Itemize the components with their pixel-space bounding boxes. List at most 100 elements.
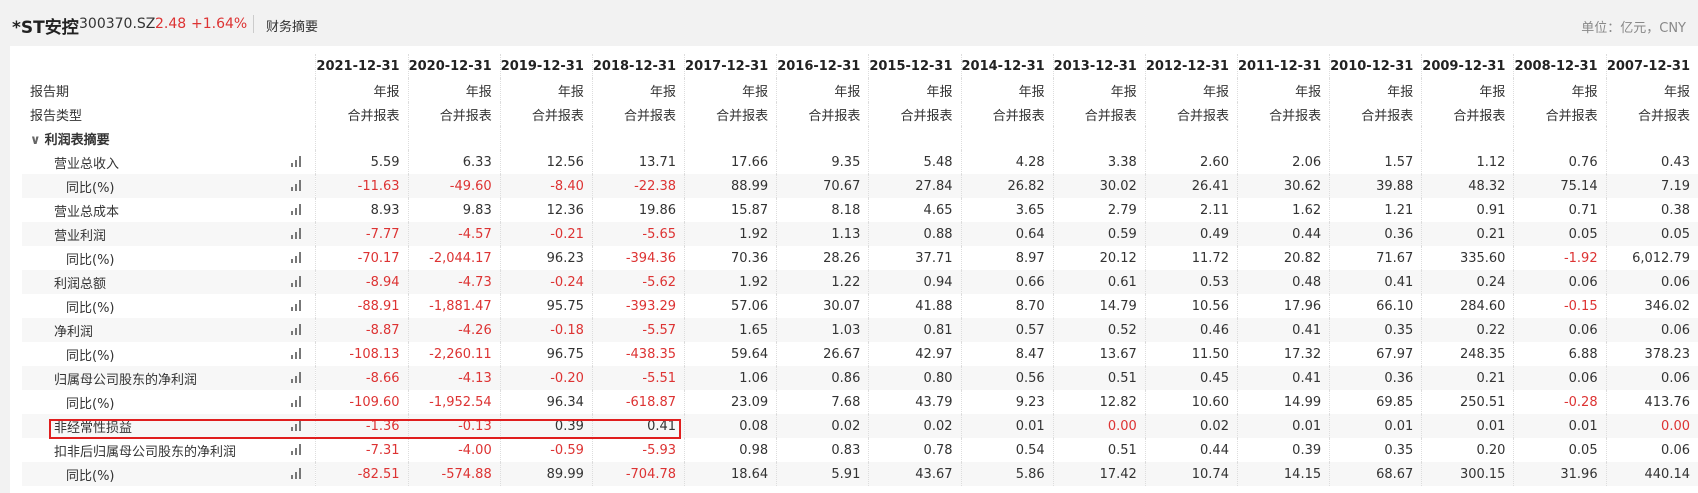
report-period-cell: 年报 xyxy=(407,78,501,102)
table-cell: 0.66 xyxy=(960,270,1054,294)
table-cell: 0.06 xyxy=(1605,366,1698,390)
table-cell: -4.26 xyxy=(407,318,501,342)
section-row: ∨ 利润表摘要 xyxy=(22,126,1698,150)
bar-chart-icon[interactable] xyxy=(291,300,303,311)
report-type-cell: 合并报表 xyxy=(1052,102,1146,126)
table-cell: 11.72 xyxy=(1144,246,1238,270)
table-row: 营业总收入 5.59 6.33 12.56 13.71 17.66 9.35 5.48 4.28… xyxy=(22,150,1698,174)
report-period-cell: 年报 xyxy=(1236,78,1330,102)
table-cell: 5.86 xyxy=(960,462,1054,486)
table-cell: -4.73 xyxy=(407,270,501,294)
table-cell: 0.45 xyxy=(1144,366,1238,390)
table-cell: 70.67 xyxy=(776,174,869,198)
bar-chart-icon[interactable] xyxy=(291,324,303,335)
table-cell: 0.44 xyxy=(1144,438,1238,462)
bar-chart-icon[interactable] xyxy=(291,276,303,287)
table-row: 同比(%) -70.17 -2,044.17 96.23 -394.36 70.36 28.… xyxy=(22,246,1698,270)
report-type-cell: 合并报表 xyxy=(591,102,685,126)
section-income-summary[interactable]: ∨ 利润表摘要 xyxy=(22,126,316,150)
table-cell: 0.05 xyxy=(1513,222,1607,246)
bar-chart-icon[interactable] xyxy=(291,156,303,167)
report-type-cell: 合并报表 xyxy=(868,102,961,126)
table-cell: 346.02 xyxy=(1605,294,1698,318)
period-header: 2018-12-31 xyxy=(591,54,685,78)
table-cell: 0.61 xyxy=(1052,270,1146,294)
table-cell: 3.65 xyxy=(960,198,1054,222)
table-cell: -22.38 xyxy=(591,174,685,198)
bar-chart-icon[interactable] xyxy=(291,396,303,407)
table-cell: 1.92 xyxy=(684,270,777,294)
table-cell: 66.10 xyxy=(1329,294,1422,318)
table-cell: 30.62 xyxy=(1236,174,1330,198)
bar-chart-icon[interactable] xyxy=(291,348,303,359)
table-cell: 13.67 xyxy=(1052,342,1146,366)
table-cell: 67.97 xyxy=(1329,342,1422,366)
table-cell: 0.22 xyxy=(1421,318,1514,342)
table-cell: 440.14 xyxy=(1605,462,1698,486)
period-header: 2019-12-31 xyxy=(499,54,593,78)
bar-chart-icon[interactable] xyxy=(291,444,303,455)
table-cell: 8.93 xyxy=(315,198,409,222)
table-cell: 95.75 xyxy=(499,294,593,318)
table-cell: 10.74 xyxy=(1144,462,1238,486)
table-cell: -0.18 xyxy=(499,318,593,342)
table-cell: 17.96 xyxy=(1236,294,1330,318)
table-cell: 0.39 xyxy=(1236,438,1330,462)
table-cell: 2.60 xyxy=(1144,150,1238,174)
row-label: 利润总额 xyxy=(22,270,316,294)
table-cell: 0.54 xyxy=(960,438,1054,462)
report-period-cell: 年报 xyxy=(868,78,961,102)
bar-chart-icon[interactable] xyxy=(291,180,303,191)
section-cell xyxy=(1236,126,1330,150)
table-cell: 39.88 xyxy=(1329,174,1422,198)
table-cell: 10.60 xyxy=(1144,390,1238,414)
row-label: 同比(%) xyxy=(22,246,316,270)
table-cell: 96.23 xyxy=(499,246,593,270)
table-cell: 0.06 xyxy=(1605,438,1698,462)
bar-chart-icon[interactable] xyxy=(291,372,303,383)
bar-chart-icon[interactable] xyxy=(291,228,303,239)
section-cell xyxy=(684,126,777,150)
report-period-cell: 年报 xyxy=(960,78,1054,102)
page-title[interactable]: 财务摘要 xyxy=(266,16,318,35)
table-cell: 0.00 xyxy=(1605,414,1698,438)
row-label-text: 营业总收入 xyxy=(54,156,120,172)
table-cell: 0.53 xyxy=(1144,270,1238,294)
table-cell: -8.40 xyxy=(499,174,593,198)
period-header: 2021-12-31 xyxy=(315,54,409,78)
table-cell: 0.64 xyxy=(960,222,1054,246)
period-header: 2013-12-31 xyxy=(1052,54,1146,78)
report-type-cell: 合并报表 xyxy=(1236,102,1330,126)
chevron-down-icon[interactable]: ∨ xyxy=(30,133,41,148)
table-cell: 9.35 xyxy=(776,150,869,174)
report-period-cell: 年报 xyxy=(1421,78,1514,102)
row-label-text: 同比(%) xyxy=(66,180,115,196)
report-type-cell: 合并报表 xyxy=(1421,102,1514,126)
bar-chart-icon[interactable] xyxy=(291,204,303,215)
period-header: 2011-12-31 xyxy=(1236,54,1330,78)
table-cell: 8.47 xyxy=(960,342,1054,366)
table-cell: 57.06 xyxy=(684,294,777,318)
table-cell: -0.28 xyxy=(1513,390,1607,414)
bar-chart-icon[interactable] xyxy=(291,468,303,479)
bar-chart-icon[interactable] xyxy=(291,252,303,263)
highlight-box xyxy=(49,419,681,439)
table-row: 同比(%) -88.91 -1,881.47 95.75 -393.29 57.06 30.… xyxy=(22,294,1698,318)
table-cell: 0.05 xyxy=(1605,222,1698,246)
table-cell: 7.19 xyxy=(1605,174,1698,198)
table-cell: 59.64 xyxy=(684,342,777,366)
table-cell: 1.12 xyxy=(1421,150,1514,174)
table-cell: 0.57 xyxy=(960,318,1054,342)
table-cell: 71.67 xyxy=(1329,246,1422,270)
table-cell: 96.75 xyxy=(499,342,593,366)
table-cell: 1.13 xyxy=(776,222,869,246)
table-cell: 20.12 xyxy=(1052,246,1146,270)
section-cell xyxy=(960,126,1054,150)
report-period-cell: 年报 xyxy=(1144,78,1238,102)
table-cell: 250.51 xyxy=(1421,390,1514,414)
table-cell: 1.92 xyxy=(684,222,777,246)
stock-price: 2.48 xyxy=(155,16,187,32)
table-cell: -1,952.54 xyxy=(407,390,501,414)
table-cell: -4.57 xyxy=(407,222,501,246)
table-cell: -5.65 xyxy=(591,222,685,246)
